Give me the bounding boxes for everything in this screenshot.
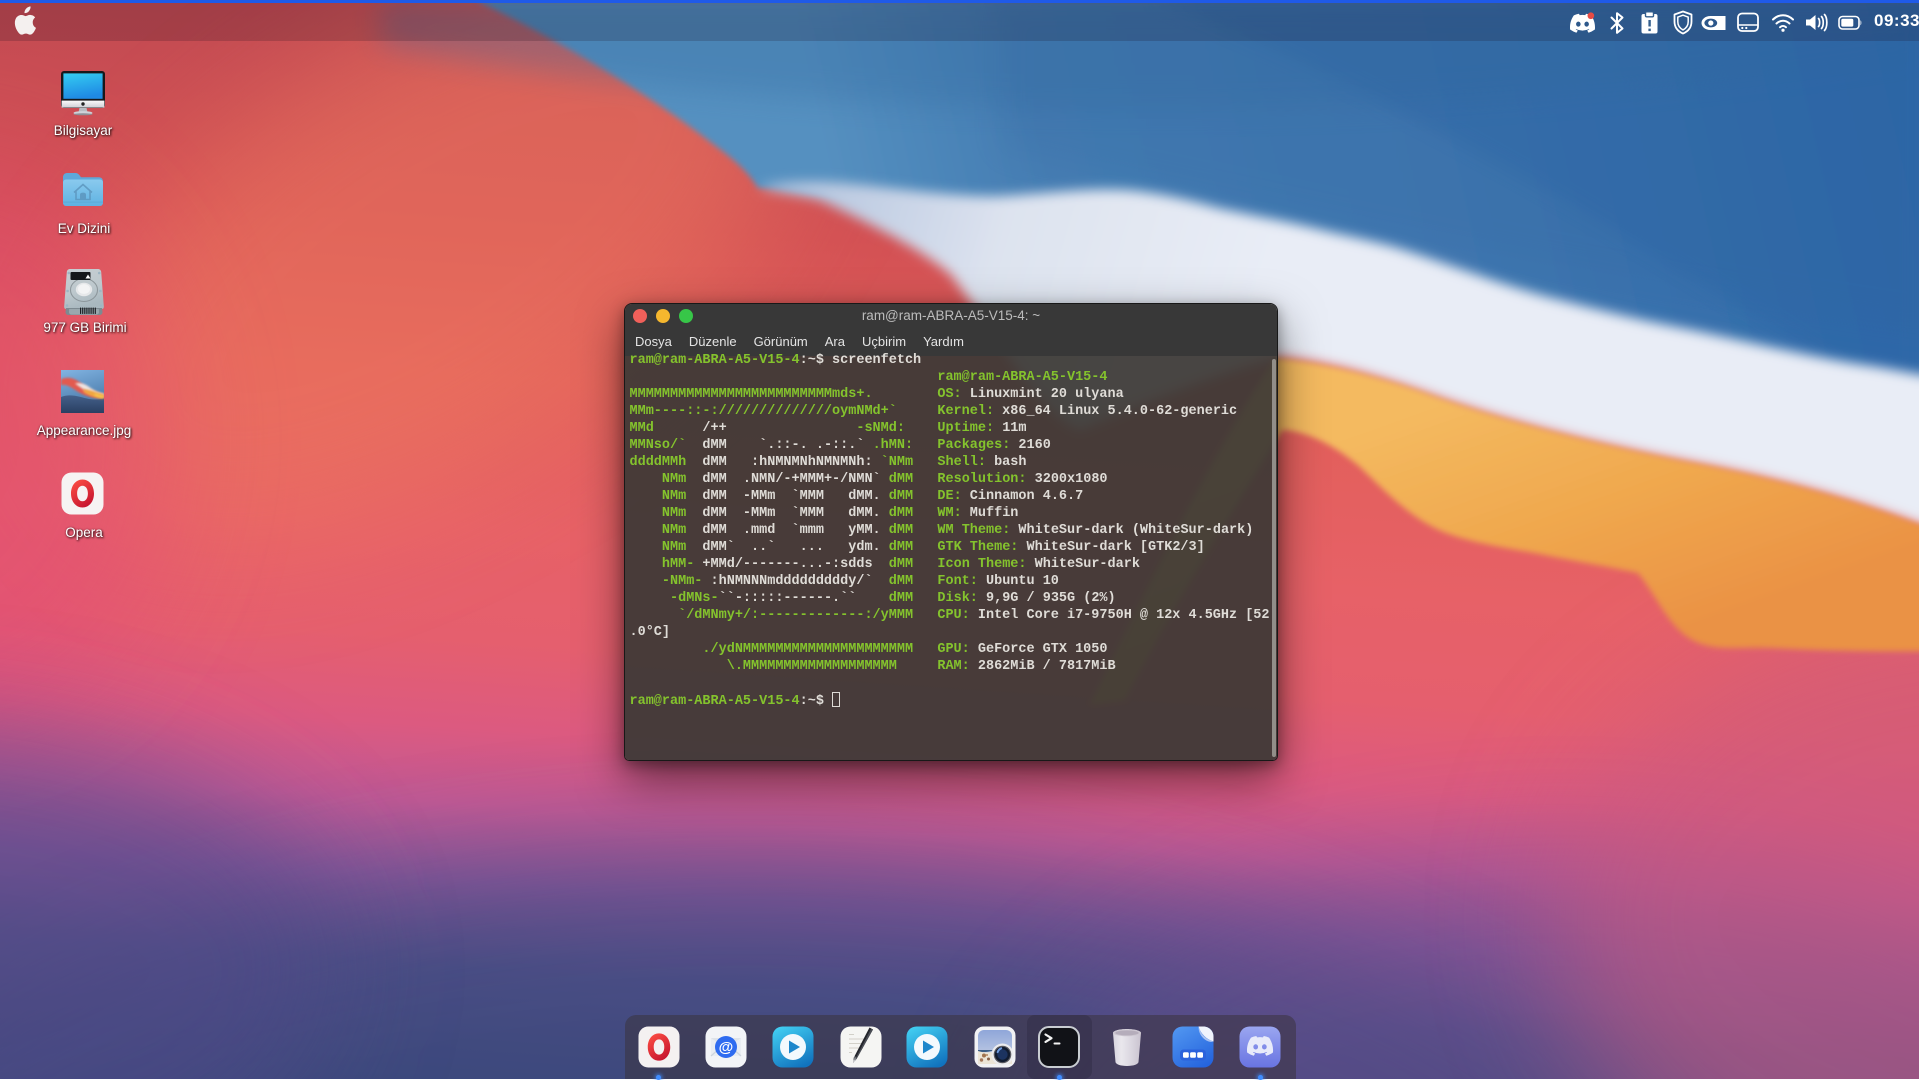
svg-text:@: @ bbox=[719, 1039, 734, 1056]
